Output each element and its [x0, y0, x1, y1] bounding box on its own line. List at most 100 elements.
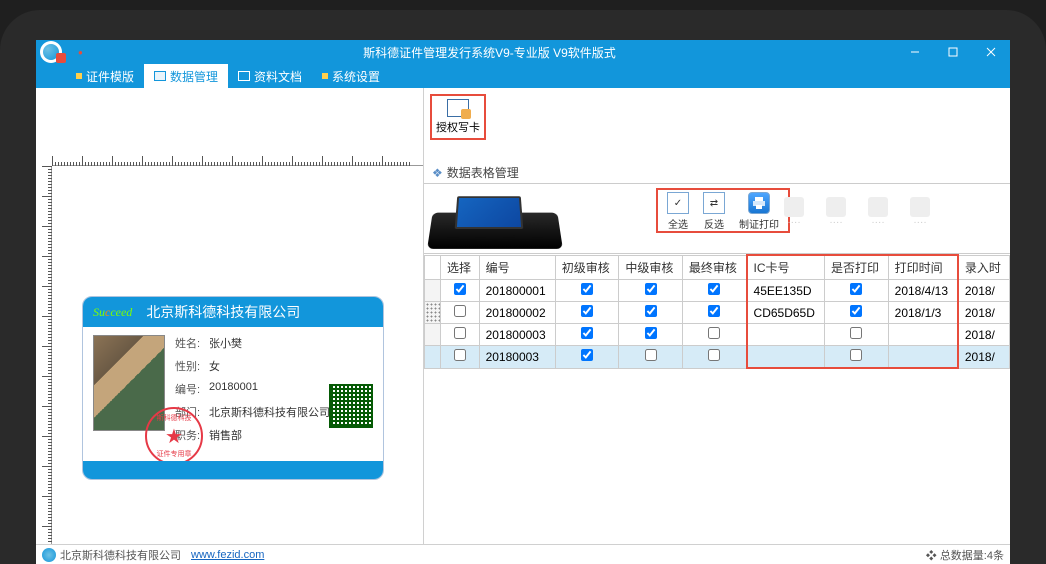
menu-settings[interactable]: 系统设置 — [312, 64, 390, 88]
mid-checkbox[interactable] — [645, 305, 657, 317]
cell-select[interactable] — [441, 346, 480, 369]
cell-primary[interactable] — [555, 280, 619, 302]
cell-primary[interactable] — [555, 346, 619, 369]
col-final[interactable]: 最终审核 — [682, 255, 746, 280]
final-checkbox[interactable] — [708, 305, 720, 317]
cell-print-time: 2018/1/3 — [888, 302, 958, 324]
mid-checkbox[interactable] — [645, 283, 657, 295]
printer-icon — [748, 192, 770, 214]
row-marker — [425, 302, 441, 324]
col-mid[interactable]: 中级审核 — [619, 255, 683, 280]
printed-checkbox[interactable] — [850, 305, 862, 317]
cell-printed[interactable] — [825, 346, 889, 369]
cell-printed[interactable] — [825, 280, 889, 302]
close-button[interactable] — [972, 40, 1010, 64]
write-card-label: 授权写卡 — [436, 119, 480, 135]
data-table-wrap[interactable]: 选择 编号 初级审核 中级审核 最终审核 IC卡号 是否打印 打印时间 录入时 — [424, 254, 1010, 544]
invert-select-button[interactable]: ⇄ 反选 — [697, 192, 731, 231]
select-all-icon: ✓ — [667, 192, 689, 214]
cell-ic — [747, 346, 825, 369]
col-primary[interactable]: 初级审核 — [555, 255, 619, 280]
invert-icon: ⇄ — [703, 192, 725, 214]
cell-ic: 45EE135D — [747, 280, 825, 302]
primary-checkbox[interactable] — [581, 283, 593, 295]
menu-label: 证件模版 — [86, 68, 134, 85]
table-toolbar: ✓ 全选 ⇄ 反选 制证打印 — [424, 184, 1010, 254]
cell-select[interactable] — [441, 280, 480, 302]
ghost-btn: ···· — [816, 190, 856, 234]
mid-checkbox[interactable] — [645, 327, 657, 339]
cell-final[interactable] — [682, 324, 746, 346]
cell-select[interactable] — [441, 324, 480, 346]
table-row[interactable]: 201800002CD65D65D2018/1/32018/ — [425, 302, 1010, 324]
status-url[interactable]: www.fezid.com — [191, 549, 264, 561]
primary-checkbox[interactable] — [581, 349, 593, 361]
cell-ic: CD65D65D — [747, 302, 825, 324]
menu-template[interactable]: 证件模版 — [66, 64, 144, 88]
cell-final[interactable] — [682, 346, 746, 369]
table-row[interactable]: 201800032018/ — [425, 346, 1010, 369]
menu-label: 数据管理 — [170, 68, 218, 85]
select-all-button[interactable]: ✓ 全选 — [661, 192, 695, 231]
cell-number: 201800001 — [479, 280, 555, 302]
minimize-button[interactable] — [896, 40, 934, 64]
status-logo-icon — [42, 548, 56, 562]
cell-select[interactable] — [441, 302, 480, 324]
select-checkbox[interactable] — [454, 283, 466, 295]
printed-checkbox[interactable] — [850, 283, 862, 295]
table-row[interactable]: 201800001 45EE135D 2018/4/132018/ — [425, 280, 1010, 302]
card-footer-bar — [83, 461, 383, 479]
cell-print-time — [888, 346, 958, 369]
panel-title: 数据表格管理 — [447, 164, 519, 181]
select-checkbox[interactable] — [454, 327, 466, 339]
status-company: 北京斯科德科技有限公司 — [60, 547, 181, 563]
cell-mid[interactable] — [619, 324, 683, 346]
cell-final[interactable] — [682, 280, 746, 302]
printed-checkbox[interactable] — [850, 349, 862, 361]
row-marker-header — [425, 255, 441, 280]
cell-ic — [747, 324, 825, 346]
card-company: 北京斯科德科技有限公司 — [146, 302, 300, 322]
primary-checkbox[interactable] — [581, 305, 593, 317]
select-checkbox[interactable] — [454, 349, 466, 361]
cell-primary[interactable] — [555, 302, 619, 324]
final-checkbox[interactable] — [708, 327, 720, 339]
data-pane: 授权写卡 ❖ 数据表格管理 ✓ 全选 — [424, 88, 1010, 544]
write-card-icon — [447, 99, 469, 117]
cell-primary[interactable] — [555, 324, 619, 346]
primary-checkbox[interactable] — [581, 327, 593, 339]
ghost-btn: ···· — [774, 190, 814, 234]
col-enter-time[interactable]: 录入时 — [958, 255, 1010, 280]
cell-mid[interactable] — [619, 280, 683, 302]
card-preview[interactable]: Succeed 北京斯科德科技有限公司 姓名:张小樊 性别:女 编号:20180… — [82, 296, 384, 480]
toolbar-highlight-group: ✓ 全选 ⇄ 反选 制证打印 — [656, 188, 790, 233]
col-ic[interactable]: IC卡号 — [747, 255, 825, 280]
select-checkbox[interactable] — [454, 305, 466, 317]
mid-checkbox[interactable] — [645, 349, 657, 361]
cell-enter-time: 2018/ — [958, 280, 1010, 302]
cell-number: 201800003 — [479, 324, 555, 346]
cell-printed[interactable] — [825, 324, 889, 346]
table-row[interactable]: 2018000032018/ — [425, 324, 1010, 346]
cell-mid[interactable] — [619, 346, 683, 369]
card-reader-image — [430, 188, 560, 250]
final-checkbox[interactable] — [708, 283, 720, 295]
cell-final[interactable] — [682, 302, 746, 324]
col-print-time[interactable]: 打印时间 — [888, 255, 958, 280]
cell-print-time: 2018/4/13 — [888, 280, 958, 302]
col-select[interactable]: 选择 — [441, 255, 480, 280]
cell-mid[interactable] — [619, 302, 683, 324]
status-total: ❖ 总数据量:4条 — [926, 547, 1004, 563]
col-printed[interactable]: 是否打印 — [825, 255, 889, 280]
col-number[interactable]: 编号 — [479, 255, 555, 280]
cell-printed[interactable] — [825, 302, 889, 324]
write-card-button[interactable]: 授权写卡 — [430, 94, 486, 140]
gear-icon: ❖ — [432, 166, 443, 180]
menubar: 证件模版 数据管理 资料文档 系统设置 — [36, 64, 1010, 88]
menu-docs[interactable]: 资料文档 — [228, 64, 312, 88]
menu-data-manage[interactable]: 数据管理 — [144, 64, 228, 88]
ruler-vertical — [36, 166, 52, 544]
final-checkbox[interactable] — [708, 349, 720, 361]
maximize-button[interactable] — [934, 40, 972, 64]
printed-checkbox[interactable] — [850, 327, 862, 339]
